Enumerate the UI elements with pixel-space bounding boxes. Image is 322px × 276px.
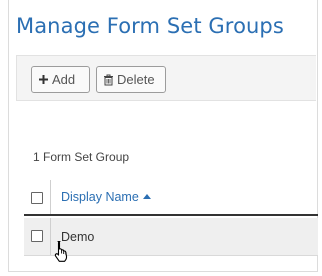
hand-pointer-cursor-icon [54, 240, 68, 262]
page-title: Manage Form Set Groups [16, 14, 284, 38]
row-checkbox[interactable] [31, 230, 43, 242]
trash-icon [103, 74, 114, 86]
select-all-checkbox[interactable] [31, 192, 43, 204]
delete-button-label: Delete [117, 72, 155, 87]
table-header: Display Name [24, 180, 318, 216]
toolbar: Add Delete [16, 55, 316, 101]
record-count: 1 Form Set Group [33, 150, 130, 164]
sort-ascending-icon [142, 194, 151, 199]
delete-button[interactable]: Delete [96, 66, 166, 93]
add-button-label: Add [52, 72, 76, 87]
plus-icon [38, 74, 49, 85]
column-header-label: Display Name [61, 190, 139, 204]
column-header-display-name[interactable]: Display Name [61, 190, 151, 204]
add-button[interactable]: Add [31, 66, 90, 93]
column-divider [50, 218, 51, 255]
column-divider [50, 180, 51, 214]
